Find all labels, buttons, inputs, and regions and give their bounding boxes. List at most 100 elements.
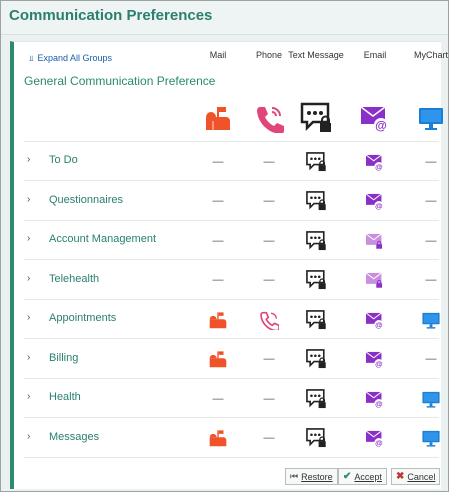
mychart-cell[interactable] bbox=[401, 419, 449, 458]
monitor-icon bbox=[419, 108, 443, 130]
preference-row[interactable]: › Telehealth — — — bbox=[24, 261, 439, 300]
text-message-cell[interactable] bbox=[286, 419, 346, 458]
mailbox-icon bbox=[209, 351, 227, 368]
general-email-cell[interactable]: @ bbox=[345, 100, 405, 136]
dash-placeholder: — bbox=[263, 392, 275, 405]
email-at-icon: @ bbox=[360, 106, 388, 133]
row-label: Billing bbox=[49, 351, 79, 364]
email-cell[interactable] bbox=[345, 261, 405, 300]
email-cell[interactable]: @ bbox=[345, 340, 405, 379]
email-cell[interactable]: @ bbox=[345, 182, 405, 221]
dash-placeholder: — bbox=[425, 155, 437, 168]
email-cell[interactable]: @ bbox=[345, 142, 405, 181]
chat-lock-icon bbox=[306, 388, 326, 408]
email-cell[interactable]: @ bbox=[345, 419, 405, 458]
email-at-icon: @ bbox=[365, 193, 384, 210]
preference-row[interactable]: › Messages — @ bbox=[24, 419, 440, 458]
preference-row[interactable]: › Appointments @ bbox=[24, 300, 440, 339]
accept-button[interactable]: ✔ Accept bbox=[338, 468, 387, 485]
chevron-right-icon[interactable]: › bbox=[27, 312, 30, 323]
text-message-cell[interactable] bbox=[286, 300, 346, 339]
dash-placeholder: — bbox=[212, 234, 224, 247]
preference-row[interactable]: › Account Management — — — bbox=[24, 221, 439, 260]
text-message-cell[interactable] bbox=[286, 261, 346, 300]
text-message-cell[interactable] bbox=[286, 340, 346, 379]
preference-row[interactable]: › Health — — @ bbox=[24, 379, 440, 418]
double-chevron-down-icon: ⫫ bbox=[29, 54, 34, 63]
chevron-right-icon[interactable]: › bbox=[27, 194, 30, 205]
general-preference-title: General Communication Preference bbox=[24, 74, 216, 88]
chevron-right-icon[interactable]: › bbox=[27, 352, 30, 363]
email-at-icon: @ bbox=[365, 430, 384, 447]
svg-text:@: @ bbox=[375, 359, 383, 368]
dash-placeholder: — bbox=[425, 274, 437, 286]
chevron-right-icon[interactable]: › bbox=[27, 233, 30, 244]
dash-placeholder: — bbox=[263, 234, 275, 247]
general-text-message-cell[interactable] bbox=[286, 100, 346, 136]
dash-placeholder: — bbox=[425, 195, 437, 207]
dash-placeholder: — bbox=[425, 234, 437, 247]
svg-text:@: @ bbox=[375, 438, 383, 447]
accept-label: Accept bbox=[354, 471, 382, 482]
text-message-cell[interactable] bbox=[286, 182, 346, 221]
email-cell[interactable]: @ bbox=[345, 300, 405, 339]
chevron-right-icon[interactable]: › bbox=[27, 154, 30, 165]
chevron-right-icon[interactable]: › bbox=[27, 273, 30, 284]
window-header: Communication Preferences bbox=[1, 1, 448, 35]
mychart-cell[interactable]: — bbox=[401, 182, 449, 221]
row-label: Account Management bbox=[49, 233, 157, 245]
chat-lock-icon bbox=[306, 270, 326, 290]
email-cell[interactable]: @ bbox=[345, 379, 405, 418]
dash-placeholder: — bbox=[263, 274, 275, 286]
email-cell[interactable] bbox=[345, 221, 405, 260]
mailbox-icon bbox=[209, 311, 227, 328]
chat-lock-icon bbox=[306, 349, 326, 369]
restore-button[interactable]: ⏮ Restore bbox=[285, 468, 338, 485]
chat-lock-icon bbox=[306, 428, 326, 448]
svg-text:@: @ bbox=[375, 201, 383, 210]
email-at-icon: @ bbox=[365, 391, 384, 408]
preference-row[interactable]: › Questionnaires — — @ — bbox=[24, 182, 439, 221]
email-at-icon: @ bbox=[365, 312, 384, 329]
dash-placeholder: — bbox=[263, 432, 275, 444]
general-mychart-cell[interactable] bbox=[401, 100, 449, 136]
monitor-icon bbox=[422, 391, 440, 408]
mychart-cell[interactable] bbox=[401, 300, 449, 339]
text-message-cell[interactable] bbox=[286, 379, 346, 418]
text-message-cell[interactable] bbox=[286, 221, 346, 260]
mychart-cell[interactable]: — bbox=[401, 142, 449, 181]
chevron-right-icon[interactable]: › bbox=[27, 391, 30, 402]
column-header-mychart: MyChart bbox=[413, 50, 448, 60]
expand-all-groups-link[interactable]: ⫫ Expand All Groups bbox=[29, 53, 112, 64]
preferences-panel: ⫫ Expand All Groups Mail Phone Text Messa… bbox=[10, 41, 448, 489]
phone-icon bbox=[257, 107, 284, 133]
preference-row[interactable]: › Billing — @ — bbox=[24, 340, 439, 379]
dash-placeholder: — bbox=[212, 392, 224, 405]
row-label: Messages bbox=[49, 430, 100, 443]
monitor-icon bbox=[422, 430, 440, 447]
dash-placeholder: — bbox=[263, 195, 275, 207]
row-label: Health bbox=[49, 391, 81, 403]
row-label: Questionnaires bbox=[49, 193, 123, 206]
mychart-cell[interactable] bbox=[401, 379, 449, 418]
svg-text:@: @ bbox=[375, 399, 383, 408]
mychart-cell[interactable]: — bbox=[401, 261, 449, 300]
mailbox-icon bbox=[206, 107, 230, 130]
window-title: Communication Preferences bbox=[9, 7, 213, 24]
email-lock-icon bbox=[365, 272, 383, 288]
mychart-cell[interactable]: — bbox=[401, 340, 449, 379]
chat-lock-icon bbox=[300, 102, 331, 132]
mychart-cell[interactable]: — bbox=[401, 221, 449, 260]
chevron-right-icon[interactable]: › bbox=[27, 431, 30, 442]
mailbox-icon bbox=[209, 430, 227, 447]
text-message-cell[interactable] bbox=[286, 142, 346, 181]
preference-row[interactable]: › To Do — — @ — bbox=[24, 142, 439, 181]
column-header-email: Email bbox=[363, 50, 387, 60]
svg-text:@: @ bbox=[375, 320, 383, 329]
monitor-icon bbox=[422, 312, 440, 329]
cancel-button[interactable]: ✖ Cancel bbox=[391, 468, 441, 485]
row-label: To Do bbox=[49, 154, 78, 166]
svg-text:@: @ bbox=[375, 162, 383, 171]
email-at-icon: @ bbox=[365, 154, 384, 171]
svg-text:@: @ bbox=[375, 119, 387, 133]
